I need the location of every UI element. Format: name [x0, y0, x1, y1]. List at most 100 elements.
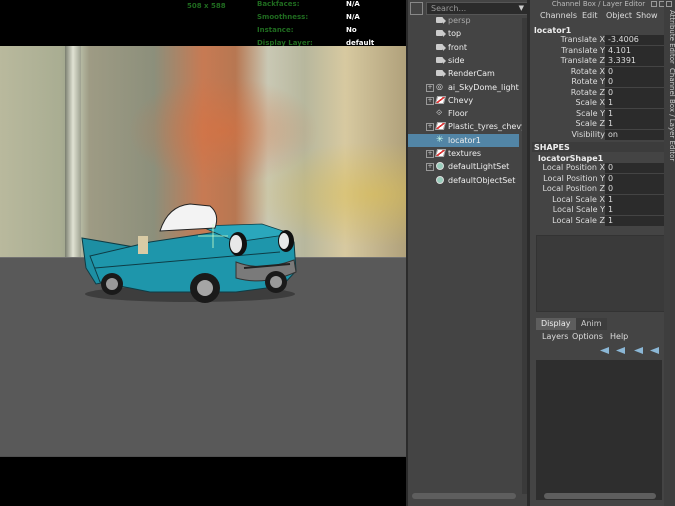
set-icon	[436, 175, 444, 184]
channel-attribute-row[interactable]: Local Position Z0	[534, 184, 665, 194]
channel-attribute-row[interactable]: Translate Z 3.3391	[534, 56, 665, 66]
outliner-item[interactable]: + Chevy	[408, 94, 519, 107]
channel-attribute-row[interactable]: Local Position X0	[534, 163, 665, 173]
set-icon	[436, 162, 444, 171]
outliner-item-label: Plastic_tyres_chevy1	[448, 122, 531, 132]
outliner-item[interactable]: defaultObjectSet	[408, 174, 519, 187]
new-layer-icon[interactable]	[600, 347, 609, 354]
attribute-label: Rotate Y	[571, 77, 605, 86]
shape-node-name: locatorShape1	[538, 154, 604, 163]
attribute-value-field[interactable]: 0	[605, 173, 665, 184]
expand-icon[interactable]: +	[426, 123, 434, 132]
attribute-value-field[interactable]: 1	[605, 119, 665, 129]
outliner-item[interactable]: + textures	[408, 147, 519, 160]
outliner-horizontal-scrollbar[interactable]	[412, 493, 516, 499]
channel-attribute-row[interactable]: Local Scale Z1	[534, 215, 665, 226]
layer-horizontal-scrollbar[interactable]	[544, 493, 656, 499]
tab-anim[interactable]: Anim	[576, 318, 607, 330]
channel-attribute-row[interactable]: Rotate Y0	[534, 77, 665, 87]
attribute-label: Rotate X	[570, 66, 605, 76]
channel-box-panel: Channel Box / Layer Editor Channels Edit O…	[527, 0, 667, 506]
attribute-value-field[interactable]: 4.101	[605, 45, 665, 56]
side-close-icon[interactable]	[666, 1, 672, 7]
chevy-car-model[interactable]	[0, 46, 406, 456]
channel-attribute-row[interactable]: Translate X -3.4006	[534, 35, 665, 45]
attribute-value-field[interactable]: -3.4006	[605, 35, 665, 45]
hud-value: No	[346, 26, 357, 34]
channel-attribute-row[interactable]: Scale Z1	[534, 119, 665, 129]
attribute-value-field[interactable]: on	[605, 129, 665, 140]
channel-box-side-tab[interactable]: Channel Box / Layer Editor	[663, 68, 675, 161]
channel-attribute-row[interactable]: Local Scale X1	[534, 194, 665, 205]
geometry-icon	[434, 149, 447, 157]
outliner-item[interactable]: side	[408, 54, 519, 67]
channel-attribute-row[interactable]: Rotate Z0	[534, 87, 665, 98]
attribute-value-field[interactable]: 0	[605, 77, 665, 87]
attribute-label: Local Position Y	[543, 173, 605, 183]
attribute-value-field[interactable]: 1	[605, 108, 665, 119]
attribute-label: Local Scale Y	[552, 205, 605, 214]
channel-menu-channels[interactable]: Channels	[540, 11, 577, 20]
attribute-label: Scale Y	[576, 108, 605, 118]
outliner-item[interactable]: ⟐ Floor	[408, 107, 519, 120]
channel-attribute-row[interactable]: Visibility on	[534, 129, 665, 140]
expand-icon[interactable]: +	[426, 163, 434, 172]
channel-attribute-row[interactable]: Local Position Y0	[534, 173, 665, 184]
layer-toolbar	[600, 347, 664, 357]
search-dropdown-icon[interactable]: ▼	[519, 3, 524, 14]
tab-display[interactable]: Display	[536, 318, 576, 330]
attribute-label: Local Position Z	[542, 184, 605, 193]
geometry-icon	[434, 122, 447, 131]
move-up-icon[interactable]	[634, 347, 643, 354]
channel-box-empty-area	[536, 235, 666, 312]
outliner-item[interactable]: top	[408, 27, 519, 40]
attribute-label: Scale X	[575, 98, 605, 107]
new-layer-selected-icon[interactable]	[616, 347, 625, 354]
attribute-value-field[interactable]: 1	[605, 215, 665, 226]
outliner-item[interactable]: + ◎ ai_SkyDome_light	[408, 81, 519, 94]
attribute-label: Local Scale Z	[552, 215, 605, 225]
layer-menu-layers[interactable]: Layers	[542, 332, 568, 341]
attribute-value-field[interactable]: 1	[605, 194, 665, 205]
channel-menu-object[interactable]: Object	[606, 11, 632, 20]
attribute-value-field[interactable]: 0	[605, 87, 665, 98]
viewport-resolution-label: 508 x 588	[187, 2, 226, 10]
attribute-value-field[interactable]: 0	[605, 66, 665, 77]
outliner-item[interactable]: RenderCam	[408, 67, 519, 80]
channel-attribute-row[interactable]: Translate Y 4.101	[534, 45, 665, 56]
attribute-editor-side-tab[interactable]: Attribute Editor	[663, 10, 675, 64]
outliner-item[interactable]: + Plastic_tyres_chevy1	[408, 120, 531, 133]
float-panel-icon[interactable]	[651, 1, 657, 7]
viewport-scene[interactable]	[0, 46, 406, 456]
geometry-icon	[434, 95, 447, 104]
attribute-value-field[interactable]: 0	[605, 163, 665, 173]
attribute-label: Local Position X	[542, 163, 605, 172]
move-down-icon[interactable]	[650, 347, 659, 354]
outliner-item[interactable]: ✳ locator1	[408, 133, 519, 147]
channel-attribute-row[interactable]: Scale X1	[534, 98, 665, 108]
channel-attribute-row[interactable]: Scale Y1	[534, 108, 665, 119]
outliner-item-label: side	[448, 55, 465, 65]
outliner-item[interactable]: persp	[408, 14, 519, 27]
layer-menu-options[interactable]: Options	[572, 332, 603, 341]
expand-icon[interactable]: +	[426, 150, 434, 158]
attribute-label: Scale Z	[575, 119, 605, 128]
outliner-item[interactable]: + defaultLightSet	[408, 160, 519, 173]
channel-attribute-row[interactable]: Rotate X0	[534, 66, 665, 77]
outliner-item-label: RenderCam	[448, 69, 495, 79]
outliner-item[interactable]: front	[408, 41, 519, 54]
expand-icon[interactable]: +	[426, 96, 434, 105]
outliner-item-label: locator1	[448, 135, 481, 145]
attribute-value-field[interactable]: 1	[605, 205, 665, 215]
layer-menu-help[interactable]: Help	[610, 332, 628, 341]
viewport-panel[interactable]: 508 x 588 Backfaces: N/A Smoothness: N/A Ins…	[0, 0, 406, 506]
hud-label: Instance:	[257, 26, 294, 34]
channel-menu-edit[interactable]: Edit	[582, 11, 598, 20]
attribute-value-field[interactable]: 0	[605, 184, 665, 194]
attribute-value-field[interactable]: 3.3391	[605, 56, 665, 66]
expand-icon[interactable]: +	[426, 83, 434, 92]
attribute-label: Translate X	[560, 35, 605, 44]
channel-menu-show[interactable]: Show	[636, 11, 658, 20]
attribute-value-field[interactable]: 1	[605, 98, 665, 108]
channel-attribute-row[interactable]: Local Scale Y1	[534, 205, 665, 215]
